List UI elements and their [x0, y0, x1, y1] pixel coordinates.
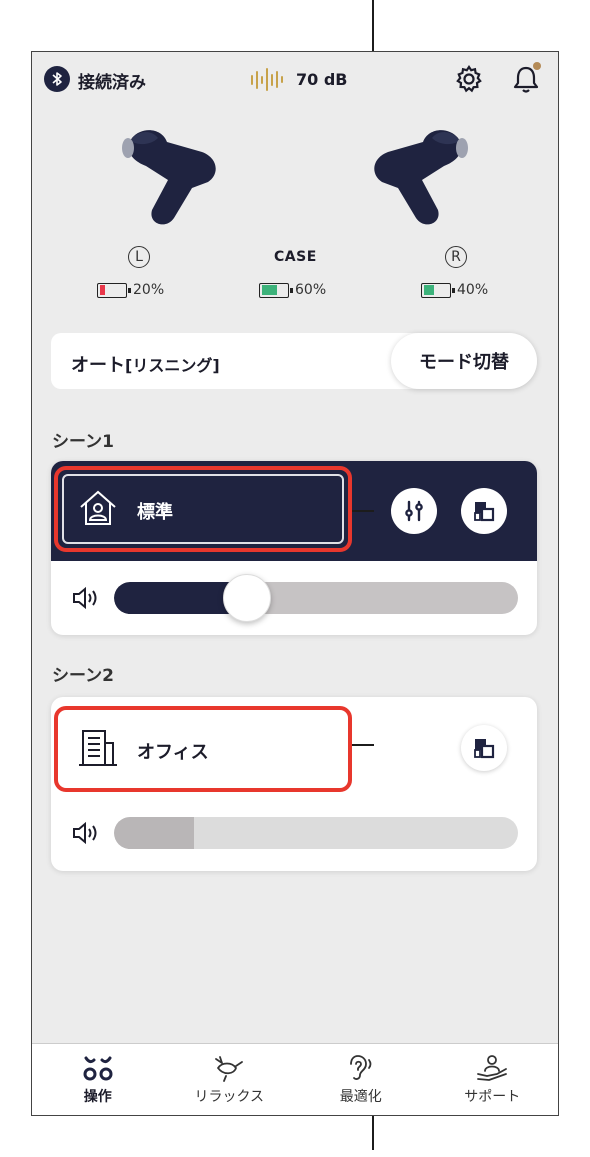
scene-switch-icon [474, 739, 495, 759]
bluetooth-icon [44, 66, 70, 92]
tab-relax-label: リラックス [194, 1089, 265, 1105]
equalizer-button[interactable] [391, 488, 437, 534]
case-battery-fill [261, 285, 277, 295]
scene-2-volume-slider[interactable] [114, 817, 518, 849]
left-battery-fill [99, 285, 105, 295]
gear-icon[interactable] [454, 64, 484, 98]
battery-icon [421, 282, 455, 298]
right-battery-fill [423, 285, 434, 295]
scene-1-volume-slider[interactable] [114, 582, 518, 614]
tab-support[interactable]: サポート [427, 1044, 559, 1115]
current-mode-label: オート [71, 355, 125, 376]
noise-level-value: 70 dB [296, 69, 348, 89]
tab-optimize[interactable]: 最適化 [295, 1044, 427, 1115]
callout-connector-top [350, 510, 374, 512]
right-ear-label: R [445, 246, 467, 268]
scene-switch-icon [474, 502, 495, 522]
battery-icon [259, 282, 293, 298]
case-label: CASE [274, 249, 317, 265]
equalizer-icon [405, 500, 423, 522]
battery-icon [97, 282, 131, 298]
sound-level-icon [251, 68, 283, 91]
left-ear-label: L [128, 246, 150, 268]
connection-status: 接続済み [78, 73, 146, 93]
bird-icon [215, 1056, 244, 1082]
left-earbud-image [122, 130, 216, 225]
left-battery: 20% [97, 282, 164, 298]
tab-optimize-label: 最適化 [339, 1089, 382, 1105]
left-battery-value: 20% [133, 282, 165, 298]
callout-connector-bottom [350, 744, 374, 746]
scene-1-volume-knob[interactable] [223, 574, 271, 622]
app-screen: 接続済み 70 dB L CASE R 20% 60% 40% オート[リスニン… [31, 51, 559, 1116]
scene-2-switch-button[interactable] [461, 725, 507, 771]
scene-2-volume-fill [114, 817, 194, 849]
ear-icon [349, 1055, 372, 1080]
case-battery-value: 60% [295, 282, 327, 298]
control-icon [83, 1056, 113, 1081]
noise-level: 70 dB [250, 66, 347, 92]
notification-dot [533, 62, 541, 70]
volume-icon [73, 821, 97, 845]
scene-1-switch-button[interactable] [461, 488, 507, 534]
current-mode-sub: [リスニング] [125, 356, 220, 375]
right-earbud-image [374, 130, 468, 225]
tab-relax[interactable]: リラックス [164, 1044, 296, 1115]
tab-control-label: 操作 [83, 1089, 112, 1105]
tab-support-label: サポート [464, 1089, 521, 1105]
right-battery-value: 40% [457, 282, 489, 298]
scene-2-heading: シーン2 [52, 666, 114, 686]
right-battery: 40% [421, 282, 488, 298]
mode-bar: オート[リスニング] モード切替 [51, 333, 537, 389]
scene-2-highlight [54, 706, 352, 792]
status-bar: 接続済み 70 dB [32, 52, 558, 108]
support-icon [477, 1055, 508, 1081]
tab-control[interactable]: 操作 [32, 1044, 164, 1115]
volume-icon [73, 586, 97, 610]
scene-1-heading: シーン1 [52, 432, 114, 452]
current-mode: オート[リスニング] [71, 351, 220, 377]
scene-1-highlight [54, 466, 352, 552]
mode-switch-button[interactable]: モード切替 [391, 333, 537, 389]
bottom-tab-bar: 操作 リラックス 最適化 サポート [32, 1043, 558, 1115]
case-battery: 60% [259, 282, 326, 298]
